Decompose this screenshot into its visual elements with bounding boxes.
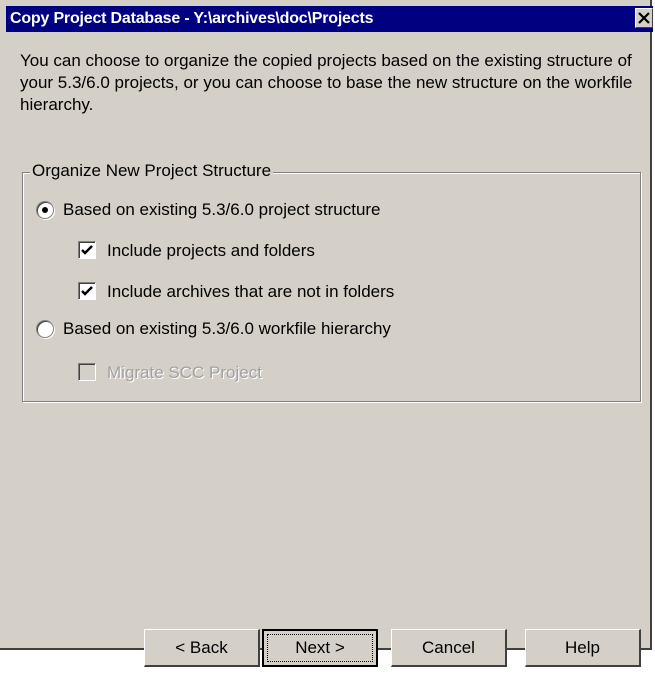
close-button[interactable] (635, 8, 653, 28)
title-bar: Copy Project Database - Y:\archives\doc\… (6, 6, 653, 32)
radio-button-unselected[interactable] (36, 320, 54, 338)
checkbox-include-archives-label: Include archives that are not in folders (107, 282, 395, 301)
next-button[interactable]: Next > (262, 629, 378, 667)
checkbox-disabled (78, 363, 96, 381)
checkmark-icon (81, 245, 93, 255)
checkbox-include-projects-folders-label: Include projects and folders (107, 241, 315, 260)
back-button[interactable]: < Back (144, 629, 260, 667)
intro-text: You can choose to organize the copied pr… (20, 51, 633, 114)
group-legend: Organize New Project Structure (30, 161, 274, 181)
focus-rectangle (267, 634, 373, 662)
cancel-button[interactable]: Cancel (391, 629, 507, 667)
checkbox-checked[interactable] (78, 282, 96, 300)
radio-workfile-hierarchy-label: Based on existing 5.3/6.0 workfile hiera… (63, 319, 391, 338)
checkbox-migrate-scc-label: Migrate SCC Project (107, 363, 262, 382)
dialog-window: Copy Project Database - Y:\archives\doc\… (0, 0, 653, 667)
checkbox-checked[interactable] (78, 241, 96, 259)
window-title: Copy Project Database - Y:\archives\doc\… (10, 10, 374, 27)
close-icon (638, 12, 650, 24)
checkmark-icon (81, 286, 93, 296)
help-button[interactable]: Help (525, 629, 641, 667)
radio-project-structure-label: Based on existing 5.3/6.0 project struct… (63, 200, 381, 219)
radio-button-selected[interactable] (36, 201, 54, 219)
